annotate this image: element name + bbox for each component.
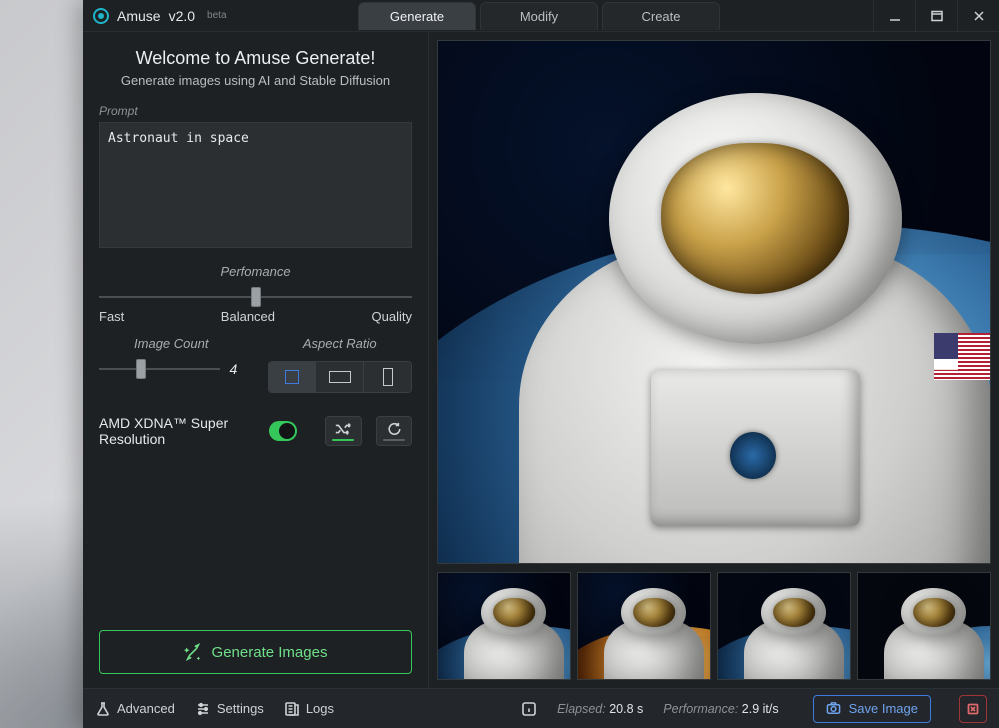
tab-modify[interactable]: Modify (480, 2, 598, 30)
info-button[interactable] (521, 701, 537, 717)
elapsed-stat: Elapsed: 20.8 s (557, 702, 643, 716)
page-title: Welcome to Amuse Generate! (99, 48, 412, 69)
refresh-button[interactable] (376, 416, 412, 446)
aspect-landscape-button[interactable] (316, 362, 364, 392)
generate-button[interactable]: Generate Images (99, 630, 412, 674)
maximize-button[interactable] (915, 0, 957, 32)
sparkle-icon (184, 643, 202, 661)
aspect-portrait-button[interactable] (364, 362, 411, 392)
elapsed-value: 20.8 s (609, 702, 643, 716)
aspect-ratio-group (268, 361, 413, 393)
generated-image (438, 41, 990, 563)
advanced-label: Advanced (117, 701, 175, 716)
shuffle-icon (334, 422, 352, 436)
thumbnail-3[interactable] (717, 572, 851, 680)
logs-icon (284, 701, 300, 717)
right-panel (429, 32, 999, 688)
image-viewer[interactable] (437, 40, 991, 564)
prompt-input[interactable] (99, 122, 412, 248)
advanced-button[interactable]: Advanced (95, 701, 175, 717)
image-count-title: Image Count (99, 336, 244, 351)
image-count-slider[interactable] (99, 368, 220, 370)
performance-title: Perfomance (99, 264, 412, 279)
app-version: v2.0 (169, 8, 195, 24)
landscape-icon (329, 371, 351, 383)
close-icon (972, 9, 986, 23)
delete-icon (966, 702, 980, 716)
generate-button-label: Generate Images (212, 644, 328, 661)
tab-create[interactable]: Create (602, 2, 720, 30)
refresh-icon (385, 422, 403, 436)
thumbnail-1[interactable] (437, 572, 571, 680)
performance-value: 2.9 it/s (742, 702, 779, 716)
shuffle-button[interactable] (325, 416, 361, 446)
prompt-label: Prompt (99, 104, 412, 118)
delete-image-button[interactable] (959, 695, 987, 723)
logs-button[interactable]: Logs (284, 701, 334, 717)
thumbnail-2[interactable] (577, 572, 711, 680)
super-resolution-toggle[interactable] (269, 421, 297, 441)
app-brand: Amuse v2.0 beta (83, 8, 227, 24)
app-beta-label: beta (207, 10, 226, 21)
maximize-icon (930, 9, 944, 23)
elapsed-label: Elapsed: (557, 702, 606, 716)
camera-icon (826, 701, 841, 716)
page-subtitle: Generate images using AI and Stable Diff… (99, 73, 412, 88)
performance-slider[interactable] (99, 296, 412, 298)
minimize-icon (888, 9, 902, 23)
settings-button[interactable]: Settings (195, 701, 264, 717)
performance-stat: Performance: 2.9 it/s (663, 702, 778, 716)
app-window: Amuse v2.0 beta Generate Modify Create W… (83, 0, 999, 728)
sliders-icon (195, 701, 211, 717)
flask-icon (95, 701, 111, 717)
bottom-bar: Advanced Settings Logs Elapsed: 20.8 s P… (83, 688, 999, 728)
save-image-button[interactable]: Save Image (813, 695, 931, 723)
main-area: Welcome to Amuse Generate! Generate imag… (83, 32, 999, 688)
settings-label: Settings (217, 701, 264, 716)
aspect-ratio-title: Aspect Ratio (268, 336, 413, 351)
app-logo-icon (93, 8, 109, 24)
thumbnail-strip (437, 572, 991, 680)
perf-label-balanced: Balanced (221, 309, 275, 324)
minimize-button[interactable] (873, 0, 915, 32)
aspect-square-button[interactable] (269, 362, 317, 392)
save-image-label: Save Image (849, 701, 918, 716)
logs-label: Logs (306, 701, 334, 716)
close-button[interactable] (957, 0, 999, 32)
titlebar: Amuse v2.0 beta Generate Modify Create (83, 0, 999, 32)
info-icon (521, 701, 537, 717)
app-name: Amuse (117, 8, 161, 24)
super-resolution-label: AMD XDNA™ Super Resolution (99, 415, 255, 447)
tab-generate[interactable]: Generate (358, 2, 476, 30)
left-panel: Welcome to Amuse Generate! Generate imag… (83, 32, 429, 688)
perf-label-fast: Fast (99, 309, 124, 324)
performance-slider-row: Fast Balanced Quality (99, 285, 412, 324)
top-tabs: Generate Modify Create (358, 0, 724, 32)
window-controls (873, 0, 999, 32)
thumbnail-4[interactable] (857, 572, 991, 680)
performance-label: Performance: (663, 702, 738, 716)
perf-label-quality: Quality (372, 309, 412, 324)
portrait-icon (383, 368, 393, 386)
square-icon (285, 370, 299, 384)
image-count-value: 4 (230, 361, 244, 377)
